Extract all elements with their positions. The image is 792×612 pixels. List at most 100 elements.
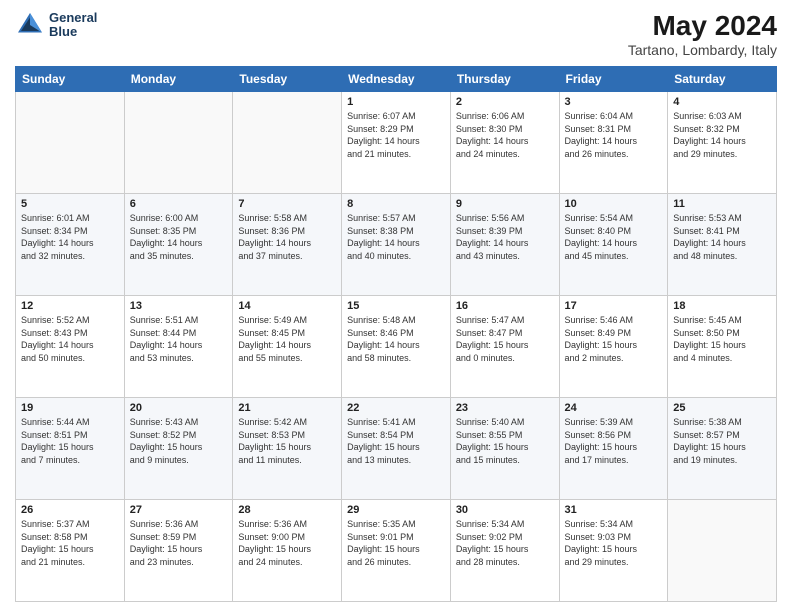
day-info: Sunrise: 5:44 AM Sunset: 8:51 PM Dayligh…	[21, 416, 119, 466]
day-number: 11	[673, 198, 771, 210]
day-number: 28	[238, 504, 336, 516]
calendar-cell: 23Sunrise: 5:40 AM Sunset: 8:55 PM Dayli…	[450, 398, 559, 500]
day-number: 8	[347, 198, 445, 210]
calendar-header: SundayMondayTuesdayWednesdayThursdayFrid…	[16, 67, 777, 92]
calendar-cell: 1 Sunrise: 6:07 AM Sunset: 8:29 PM Daylig…	[342, 92, 451, 194]
day-number: 12	[21, 300, 119, 312]
calendar-cell: 9 Sunrise: 5:56 AM Sunset: 8:39 PM Daylig…	[450, 194, 559, 296]
day-number: 4	[673, 96, 771, 108]
day-info: Sunrise: 5:57 AM Sunset: 8:38 PM Dayligh…	[347, 212, 445, 262]
day-info: Sunrise: 6:01 AM Sunset: 8:34 PM Dayligh…	[21, 212, 119, 262]
calendar-cell: 30 Sunrise: 5:34 AM Sunset: 9:02 PM Dayli…	[450, 500, 559, 602]
calendar-body: 1 Sunrise: 6:07 AM Sunset: 8:29 PM Daylig…	[16, 92, 777, 602]
day-info: Sunrise: 5:58 AM Sunset: 8:36 PM Dayligh…	[238, 212, 336, 262]
calendar-cell: 14 Sunrise: 5:49 AM Sunset: 8:45 PM Dayli…	[233, 296, 342, 398]
day-info: Sunrise: 5:47 AM Sunset: 8:47 PM Dayligh…	[456, 314, 554, 364]
calendar-cell	[233, 92, 342, 194]
calendar-cell	[124, 92, 233, 194]
logo-icon	[15, 10, 45, 40]
calendar-cell: 10 Sunrise: 5:54 AM Sunset: 8:40 PM Dayli…	[559, 194, 668, 296]
day-info: Sunrise: 5:37 AM Sunset: 8:58 PM Dayligh…	[21, 518, 119, 568]
calendar-cell: 27 Sunrise: 5:36 AM Sunset: 8:59 PM Dayli…	[124, 500, 233, 602]
day-info: Sunrise: 5:56 AM Sunset: 8:39 PM Dayligh…	[456, 212, 554, 262]
calendar-week-row: 12 Sunrise: 5:52 AM Sunset: 8:43 PM Dayli…	[16, 296, 777, 398]
day-number: 9	[456, 198, 554, 210]
calendar-cell: 18 Sunrise: 5:45 AM Sunset: 8:50 PM Dayli…	[668, 296, 777, 398]
day-number: 3	[565, 96, 663, 108]
day-number: 16	[456, 300, 554, 312]
day-number: 1	[347, 96, 445, 108]
day-info: Sunrise: 5:38 AM Sunset: 8:57 PM Dayligh…	[673, 416, 771, 466]
calendar-cell: 4Sunrise: 6:03 AM Sunset: 8:32 PM Daylig…	[668, 92, 777, 194]
calendar-cell: 17 Sunrise: 5:46 AM Sunset: 8:49 PM Dayli…	[559, 296, 668, 398]
day-info: Sunrise: 5:36 AM Sunset: 9:00 PM Dayligh…	[238, 518, 336, 568]
calendar-cell: 8 Sunrise: 5:57 AM Sunset: 8:38 PM Daylig…	[342, 194, 451, 296]
calendar-cell: 12 Sunrise: 5:52 AM Sunset: 8:43 PM Dayli…	[16, 296, 125, 398]
day-number: 24	[565, 402, 663, 414]
day-of-week-header: Wednesday	[342, 67, 451, 92]
day-info: Sunrise: 5:34 AM Sunset: 9:03 PM Dayligh…	[565, 518, 663, 568]
calendar-cell: 21 Sunrise: 5:42 AM Sunset: 8:53 PM Dayli…	[233, 398, 342, 500]
day-number: 6	[130, 198, 228, 210]
day-info: Sunrise: 5:36 AM Sunset: 8:59 PM Dayligh…	[130, 518, 228, 568]
day-number: 18	[673, 300, 771, 312]
calendar-cell: 15 Sunrise: 5:48 AM Sunset: 8:46 PM Dayli…	[342, 296, 451, 398]
calendar-cell: 13Sunrise: 5:51 AM Sunset: 8:44 PM Dayli…	[124, 296, 233, 398]
day-number: 17	[565, 300, 663, 312]
day-of-week-header: Thursday	[450, 67, 559, 92]
day-info: Sunrise: 5:52 AM Sunset: 8:43 PM Dayligh…	[21, 314, 119, 364]
calendar-cell: 19 Sunrise: 5:44 AM Sunset: 8:51 PM Dayli…	[16, 398, 125, 500]
calendar-cell: 31Sunrise: 5:34 AM Sunset: 9:03 PM Dayli…	[559, 500, 668, 602]
day-number: 22	[347, 402, 445, 414]
day-number: 20	[130, 402, 228, 414]
day-info: Sunrise: 5:40 AM Sunset: 8:55 PM Dayligh…	[456, 416, 554, 466]
day-number: 19	[21, 402, 119, 414]
day-number: 27	[130, 504, 228, 516]
calendar-cell: 2Sunrise: 6:06 AM Sunset: 8:30 PM Daylig…	[450, 92, 559, 194]
day-number: 10	[565, 198, 663, 210]
day-info: Sunrise: 5:42 AM Sunset: 8:53 PM Dayligh…	[238, 416, 336, 466]
calendar-cell: 5 Sunrise: 6:01 AM Sunset: 8:34 PM Daylig…	[16, 194, 125, 296]
calendar-cell: 3 Sunrise: 6:04 AM Sunset: 8:31 PM Daylig…	[559, 92, 668, 194]
day-info: Sunrise: 6:06 AM Sunset: 8:30 PM Dayligh…	[456, 110, 554, 160]
logo-text: General Blue	[49, 11, 97, 40]
day-number: 15	[347, 300, 445, 312]
day-info: Sunrise: 5:45 AM Sunset: 8:50 PM Dayligh…	[673, 314, 771, 364]
calendar-cell: 20 Sunrise: 5:43 AM Sunset: 8:52 PM Dayli…	[124, 398, 233, 500]
logo-line2: Blue	[49, 25, 97, 39]
calendar-cell: 26Sunrise: 5:37 AM Sunset: 8:58 PM Dayli…	[16, 500, 125, 602]
calendar-cell: 7 Sunrise: 5:58 AM Sunset: 8:36 PM Daylig…	[233, 194, 342, 296]
day-info: Sunrise: 5:34 AM Sunset: 9:02 PM Dayligh…	[456, 518, 554, 568]
calendar-title: May 2024	[628, 10, 777, 42]
day-info: Sunrise: 5:49 AM Sunset: 8:45 PM Dayligh…	[238, 314, 336, 364]
day-info: Sunrise: 5:39 AM Sunset: 8:56 PM Dayligh…	[565, 416, 663, 466]
day-number: 7	[238, 198, 336, 210]
calendar-week-row: 19 Sunrise: 5:44 AM Sunset: 8:51 PM Dayli…	[16, 398, 777, 500]
day-info: Sunrise: 6:00 AM Sunset: 8:35 PM Dayligh…	[130, 212, 228, 262]
day-number: 5	[21, 198, 119, 210]
day-number: 30	[456, 504, 554, 516]
calendar-table: SundayMondayTuesdayWednesdayThursdayFrid…	[15, 66, 777, 602]
calendar-cell: 29Sunrise: 5:35 AM Sunset: 9:01 PM Dayli…	[342, 500, 451, 602]
day-number: 21	[238, 402, 336, 414]
title-block: May 2024 Tartano, Lombardy, Italy	[628, 10, 777, 58]
calendar-cell: 11Sunrise: 5:53 AM Sunset: 8:41 PM Dayli…	[668, 194, 777, 296]
day-of-week-header: Sunday	[16, 67, 125, 92]
calendar-cell: 22 Sunrise: 5:41 AM Sunset: 8:54 PM Dayli…	[342, 398, 451, 500]
day-info: Sunrise: 5:46 AM Sunset: 8:49 PM Dayligh…	[565, 314, 663, 364]
day-info: Sunrise: 6:07 AM Sunset: 8:29 PM Dayligh…	[347, 110, 445, 160]
calendar-cell: 16 Sunrise: 5:47 AM Sunset: 8:47 PM Dayli…	[450, 296, 559, 398]
day-of-week-header: Saturday	[668, 67, 777, 92]
calendar-cell: 25Sunrise: 5:38 AM Sunset: 8:57 PM Dayli…	[668, 398, 777, 500]
calendar-cell: 28 Sunrise: 5:36 AM Sunset: 9:00 PM Dayli…	[233, 500, 342, 602]
logo: General Blue	[15, 10, 97, 40]
day-info: Sunrise: 5:48 AM Sunset: 8:46 PM Dayligh…	[347, 314, 445, 364]
day-info: Sunrise: 5:54 AM Sunset: 8:40 PM Dayligh…	[565, 212, 663, 262]
calendar-cell	[16, 92, 125, 194]
day-info: Sunrise: 5:41 AM Sunset: 8:54 PM Dayligh…	[347, 416, 445, 466]
day-info: Sunrise: 5:43 AM Sunset: 8:52 PM Dayligh…	[130, 416, 228, 466]
day-info: Sunrise: 6:04 AM Sunset: 8:31 PM Dayligh…	[565, 110, 663, 160]
calendar-cell: 24 Sunrise: 5:39 AM Sunset: 8:56 PM Dayli…	[559, 398, 668, 500]
day-number: 14	[238, 300, 336, 312]
day-header-row: SundayMondayTuesdayWednesdayThursdayFrid…	[16, 67, 777, 92]
